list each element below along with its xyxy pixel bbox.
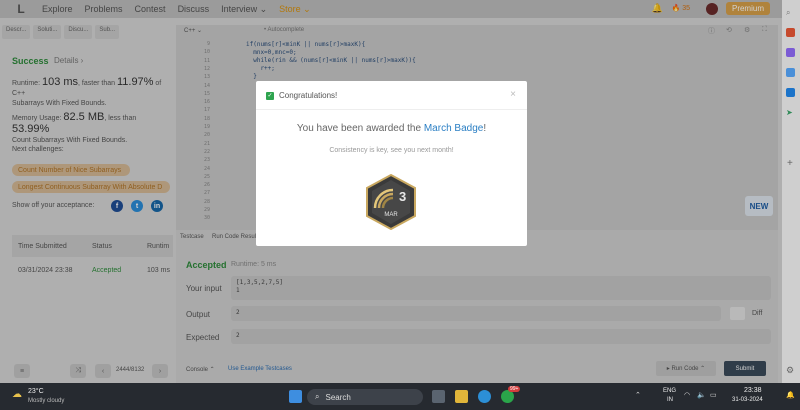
language-indicator[interactable]: ENG [663, 388, 676, 394]
badge-name: March Badge [423, 123, 484, 134]
modal-title: You have been awarded the March Badge! [256, 123, 527, 134]
browser-viewport: L Explore Problems Contest Discuss Inter… [0, 0, 782, 383]
notification-badge: 99+ [508, 386, 521, 392]
title-suffix: ! [483, 123, 487, 134]
volume-icon[interactable]: 🔈 [697, 391, 706, 399]
office-icon[interactable] [786, 28, 795, 37]
modal-divider [256, 109, 527, 110]
file-explorer-icon[interactable] [455, 390, 468, 403]
modal-header: ✓ Congratulations! [266, 91, 337, 100]
copilot-icon[interactable] [786, 48, 795, 57]
weather-text[interactable]: Mostly cloudy [28, 398, 64, 404]
badge-month: MAR [384, 212, 398, 218]
windows-start-icon[interactable] [289, 390, 302, 403]
region-indicator[interactable]: IN [667, 397, 673, 403]
search-icon[interactable]: ⌕ [786, 8, 790, 18]
search-label: Search [325, 392, 351, 402]
title-prefix: You have been awarded the [296, 123, 424, 134]
weather-icon[interactable]: ☁ [12, 389, 22, 400]
add-icon[interactable]: + [787, 158, 793, 169]
march-badge-icon: 3 MAR [366, 174, 416, 230]
search-icon: ⌕ [315, 392, 320, 401]
checkbox-icon: ✓ [266, 91, 274, 100]
tray-chevron-icon[interactable]: ⌃ [635, 391, 641, 399]
gear-icon[interactable]: ⚙ [786, 365, 794, 376]
taskbar-search[interactable]: ⌕ Search [307, 389, 423, 405]
outlook-icon[interactable] [786, 88, 795, 97]
modal-subtitle: Consistency is key, see you next month! [329, 147, 454, 154]
modal-header-text: Congratulations! [279, 91, 338, 100]
congratulations-modal: ✓ Congratulations! × You have been award… [256, 81, 527, 246]
notification-icon[interactable]: 🔔 [786, 391, 795, 399]
close-icon[interactable]: × [510, 89, 516, 100]
send-icon[interactable]: ➤ [786, 108, 793, 117]
task-view-icon[interactable] [432, 390, 445, 403]
wifi-icon[interactable]: ◠ [684, 391, 690, 399]
tools-icon[interactable] [786, 68, 795, 77]
browser-sidebar: ⌕ ➤ + ⚙ [782, 0, 800, 383]
badge-number: 3 [399, 189, 406, 204]
clock-date[interactable]: 31-03-2024 [732, 397, 763, 403]
battery-icon[interactable]: ▭ [710, 391, 717, 399]
clock-time[interactable]: 23:38 [744, 387, 762, 394]
windows-taskbar: ☁ 23°C Mostly cloudy ⌕ Search 99+ ⌃ ENG … [0, 383, 800, 410]
temperature[interactable]: 23°C [28, 388, 44, 395]
edge-icon[interactable] [478, 390, 491, 403]
